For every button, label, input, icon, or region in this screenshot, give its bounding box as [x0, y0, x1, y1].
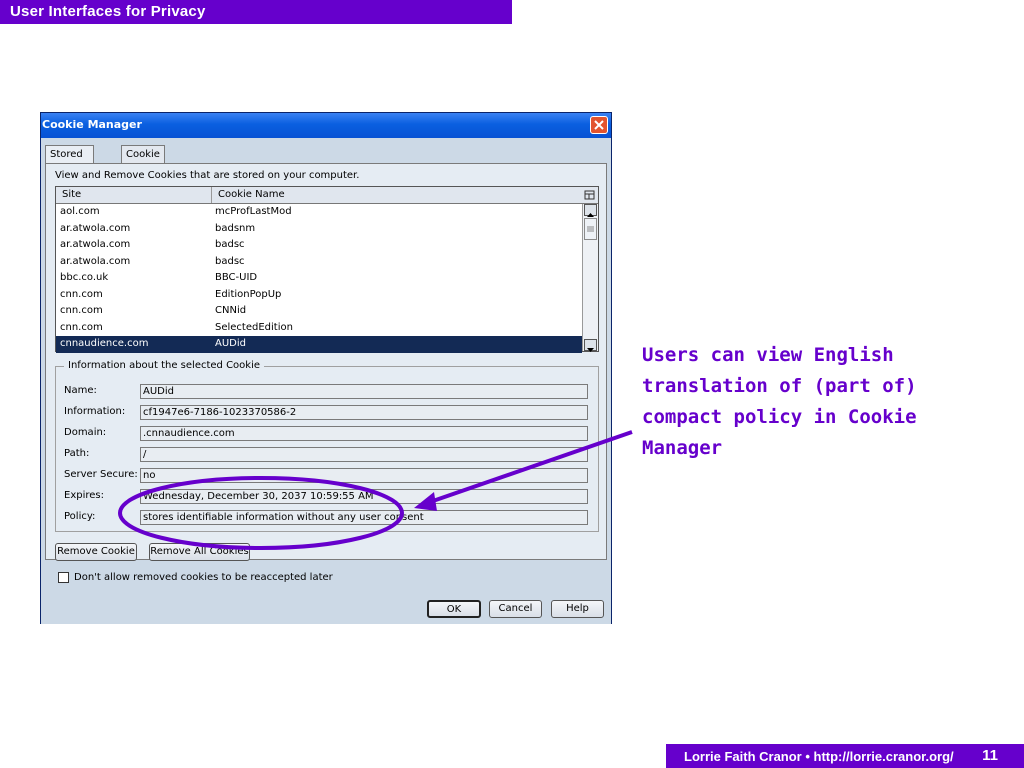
callout-arrowhead [414, 492, 437, 511]
policy-highlight-ellipse [118, 476, 404, 550]
callout-arrow-line [429, 430, 633, 504]
slide-footer: Lorrie Faith Cranor • http://lorrie.cran… [666, 744, 1024, 768]
annotation-overlay [118, 430, 633, 550]
page-number: 11 [982, 747, 998, 764]
footer-author: Lorrie Faith Cranor • http://lorrie.cran… [684, 749, 954, 764]
